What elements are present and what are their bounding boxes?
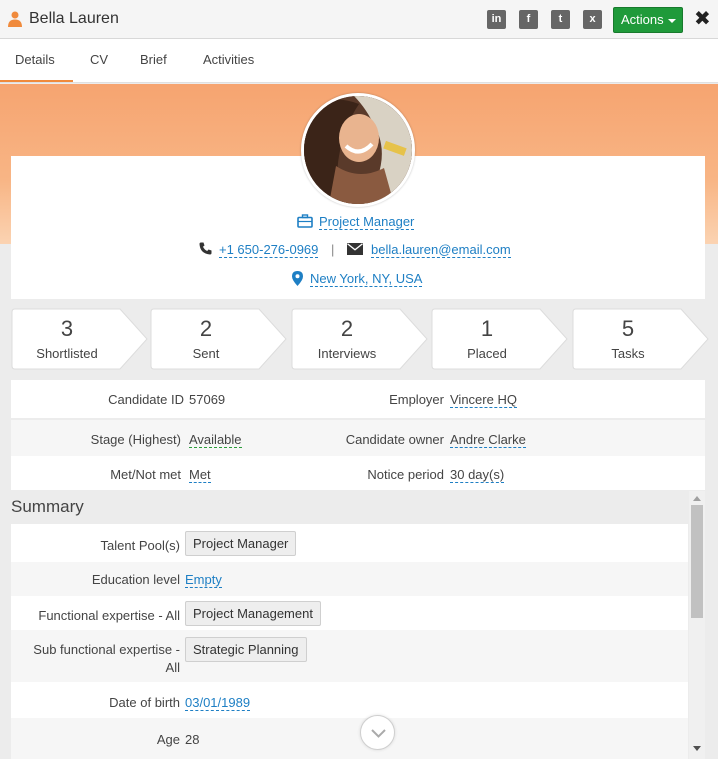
scrollbar-thumb[interactable] [691,505,703,618]
contact-row: +1 650-276-0969 | bella.lauren@email.com [199,242,519,262]
stat-tasks[interactable]: 5 Tasks [572,308,712,370]
stage-label: Stage (Highest) [90,432,181,447]
briefcase-icon [297,214,313,228]
phone-icon [199,242,212,255]
detail-row: Stage (Highest) Available Candidate owne… [11,420,705,458]
functional-expertise-tag[interactable]: Project Management [185,601,321,626]
job-title-link[interactable]: Project Manager [319,214,415,230]
sub-functional-label-line2: All [165,660,180,675]
stat-label: Sent [192,346,220,361]
title-bar: Bella Lauren in f t x Actions ✖ [0,0,718,39]
employer-link[interactable]: Vincere HQ [450,392,517,408]
caret-down-icon [667,18,676,23]
email-link[interactable]: bella.lauren@email.com [371,242,511,258]
detail-row: Met/Not met Met Notice period 30 day(s) [11,456,705,490]
tab-brief[interactable]: Brief [140,52,167,67]
scroll-down-arrow-icon[interactable] [693,746,701,751]
tab-details[interactable]: Details [15,52,55,67]
stat-label: Tasks [611,346,645,361]
sub-functional-label-line1: Sub functional expertise - [33,642,180,657]
tab-bar: Details CV Brief Activities [0,39,718,83]
contact-separator: | [331,242,335,257]
stat-label: Shortlisted [36,346,98,361]
tab-activities[interactable]: Activities [203,52,254,67]
talent-pool-tag[interactable]: Project Manager [185,531,297,556]
age-label: Age [156,732,180,747]
map-pin-icon [292,271,303,286]
date-of-birth-value[interactable]: 03/01/1989 [185,695,251,711]
education-level-label: Education level [91,572,180,587]
summary-row: Functional expertise - All Project Manag… [11,596,688,630]
candidate-owner-link[interactable]: Andre Clarke [450,432,526,448]
stat-label: Interviews [317,346,377,361]
linkedin-icon[interactable]: in [487,10,506,29]
actions-button[interactable]: Actions [613,7,683,33]
stat-value: 1 [480,316,494,341]
met-value[interactable]: Met [189,467,211,483]
summary-heading: Summary [11,497,84,516]
talent-pools-label: Talent Pool(s) [100,538,180,553]
met-label: Met/Not met [110,467,181,482]
envelope-icon [347,243,363,255]
detail-row: Candidate ID 57069 Employer Vincere HQ [11,380,705,418]
actions-label: Actions [621,12,664,27]
stat-shortlisted[interactable]: 3 Shortlisted [11,308,151,370]
age-value: 28 [185,732,200,747]
stat-value: 5 [621,316,635,341]
summary-row: Talent Pool(s) Project Manager [11,524,688,562]
phone-link[interactable]: +1 650-276-0969 [219,242,319,258]
summary-row: Age 28 [11,718,688,759]
stat-value: 2 [340,316,354,341]
notice-period-value[interactable]: 30 day(s) [450,467,505,483]
location-link[interactable]: New York, NY, USA [310,271,423,287]
scroll-down-button[interactable] [360,715,395,750]
stat-value: 2 [199,316,213,341]
pipeline-stats: 3 Shortlisted 2 Sent 2 Interviews 1 Plac… [0,308,718,370]
education-level-value[interactable]: Empty [185,572,222,588]
candidate-name: Bella Lauren [29,10,119,27]
active-tab-indicator [0,80,73,82]
summary-row: Education level Empty [11,562,688,596]
summary-row: Date of birth 03/01/1989 [11,682,688,718]
notice-period-label: Notice period [367,467,444,482]
employer-label: Employer [389,392,444,407]
xing-icon[interactable]: x [583,10,602,29]
twitter-icon[interactable]: t [551,10,570,29]
avatar-photo [304,96,412,204]
sub-functional-expertise-tag[interactable]: Strategic Planning [185,637,307,662]
summary-row: Sub functional expertise - All Strategic… [11,630,688,682]
stat-placed[interactable]: 1 Placed [431,308,571,370]
stage-value[interactable]: Available [189,432,242,448]
chevron-down-icon [371,729,386,738]
tab-cv[interactable]: CV [90,52,108,67]
facebook-icon[interactable]: f [519,10,538,29]
candidate-owner-label: Candidate owner [345,432,444,447]
stat-sent[interactable]: 2 Sent [150,308,290,370]
avatar[interactable] [301,93,415,207]
close-icon[interactable]: ✖ [694,9,711,29]
stat-label: Placed [467,346,507,361]
stat-value: 3 [60,316,74,341]
scrollbar[interactable] [689,491,705,759]
candidate-id-value: 57069 [189,392,226,407]
candidate-id-label: Candidate ID [108,392,184,407]
summary-section: Talent Pool(s) Project Manager Education… [11,524,688,759]
date-of-birth-label: Date of birth [109,695,180,710]
scroll-up-arrow-icon[interactable] [693,496,701,501]
functional-expertise-label: Functional expertise - All [38,608,180,623]
person-icon [8,11,22,27]
stat-interviews[interactable]: 2 Interviews [291,308,431,370]
